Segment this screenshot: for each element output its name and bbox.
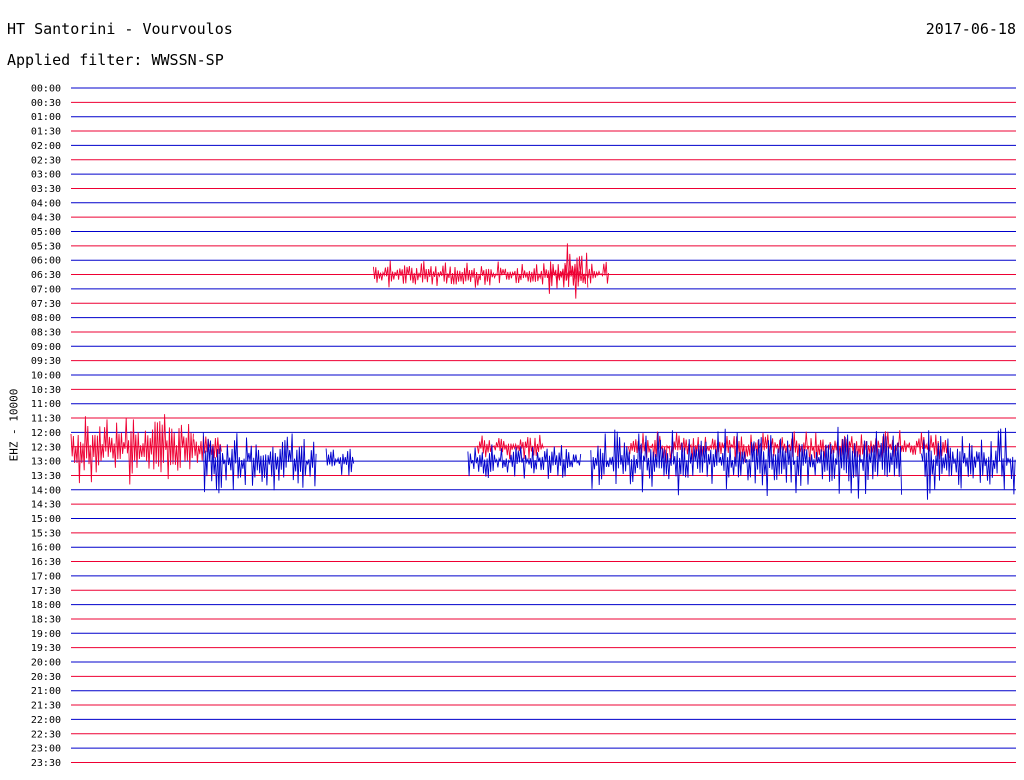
- row-time-label: 04:30: [31, 213, 61, 224]
- row-time-label: 09:30: [31, 356, 61, 367]
- helicorder-plot: 00:00 00:30 01:00 01:30 02:00 02:30 03:00 03:30…: [31, 84, 1016, 769]
- row-time-label: 17:00: [31, 571, 61, 582]
- row-time-label: 05:00: [31, 227, 61, 238]
- seismic-trace-segment: [590, 426, 903, 499]
- row-time-label: 16:00: [31, 543, 61, 554]
- seismic-trace-segment: [325, 448, 355, 476]
- row-time-label: 15:00: [31, 514, 61, 525]
- row-time-label: 07:30: [31, 299, 61, 310]
- row-time-label: 21:00: [31, 686, 61, 697]
- row-time-label: 23:30: [31, 758, 61, 769]
- row-time-label: 19:00: [31, 629, 61, 640]
- row-time-label: 03:00: [31, 170, 61, 181]
- row-time-label: 01:00: [31, 112, 61, 123]
- row-time-label: 18:00: [31, 600, 61, 611]
- row-time-label: 12:30: [31, 442, 61, 453]
- row-time-label: 13:30: [31, 471, 61, 482]
- row-time-label: 04:00: [31, 198, 61, 209]
- row-time-label: 18:30: [31, 614, 61, 625]
- row-time-label: 19:30: [31, 643, 61, 654]
- row-time-label: 14:30: [31, 500, 61, 511]
- seismic-trace-segment: [202, 432, 317, 494]
- row-time-label: 07:00: [31, 284, 61, 295]
- row-time-label: 10:30: [31, 385, 61, 396]
- seismic-trace-segment: [70, 414, 194, 485]
- row-time-label: 20:00: [31, 658, 61, 669]
- row-time-label: 08:30: [31, 327, 61, 338]
- row-time-label: 21:30: [31, 701, 61, 712]
- row-time-label: 02:00: [31, 141, 61, 152]
- seismic-trace-segment: [547, 243, 589, 299]
- row-time-label: 00:00: [31, 84, 61, 95]
- row-time-label: 00:30: [31, 98, 61, 109]
- row-time-label: 15:30: [31, 528, 61, 539]
- row-time-label: 09:00: [31, 342, 61, 353]
- row-time-label: 08:00: [31, 313, 61, 324]
- row-time-label: 03:30: [31, 184, 61, 195]
- row-time-label: 06:00: [31, 256, 61, 267]
- row-time-label: 23:00: [31, 744, 61, 755]
- row-time-label: 11:30: [31, 414, 61, 425]
- row-time-label: 20:30: [31, 672, 61, 683]
- row-time-label: 22:00: [31, 715, 61, 726]
- row-time-label: 11:00: [31, 399, 61, 410]
- row-time-label: 13:00: [31, 457, 61, 468]
- helicorder-figure: HT Santorini - Vourvoulos 2017-06-18 App…: [0, 0, 1024, 780]
- row-time-label: 10:00: [31, 371, 61, 382]
- row-time-label: 05:30: [31, 241, 61, 252]
- row-time-label: 14:00: [31, 485, 61, 496]
- row-time-label: 01:30: [31, 127, 61, 138]
- row-time-label: 17:30: [31, 586, 61, 597]
- row-time-label: 02:30: [31, 155, 61, 166]
- row-time-label: 06:30: [31, 270, 61, 281]
- row-time-label: 22:30: [31, 729, 61, 740]
- row-time-label: 12:00: [31, 428, 61, 439]
- row-time-label: 16:30: [31, 557, 61, 568]
